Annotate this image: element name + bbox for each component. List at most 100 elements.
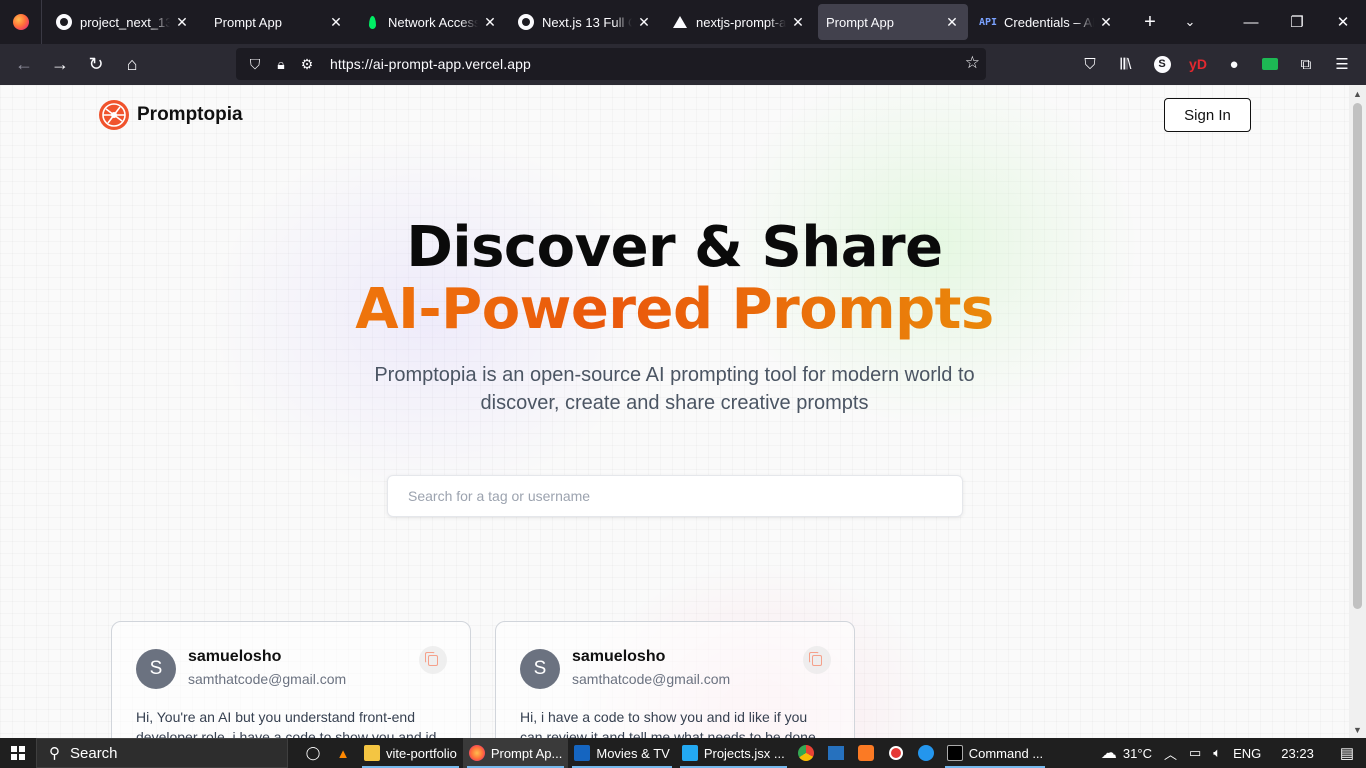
taskbar-app-firefox[interactable]: Prompt Ap...	[462, 738, 569, 768]
brand-link[interactable]: Promptopia	[98, 99, 243, 131]
card-username[interactable]: samuelosho	[572, 646, 730, 668]
docker-icon[interactable]	[911, 738, 941, 768]
tab-title: Next.js 13 Full Cou	[542, 14, 632, 30]
close-icon[interactable]: ✕	[1098, 14, 1114, 30]
cloud-icon: ☁	[1100, 745, 1117, 762]
url-text[interactable]: https://ai-prompt-app.vercel.app	[330, 56, 531, 72]
taskbar-app-command-prompt[interactable]: Command ...	[941, 738, 1049, 768]
notifications-icon[interactable]: ▤	[1328, 744, 1366, 762]
back-arrow-icon[interactable]: ←	[6, 49, 42, 81]
tab-title: Prompt App	[826, 14, 894, 30]
vlc-icon[interactable]: ▲	[328, 738, 358, 768]
tab-prompt-app-1[interactable]: Prompt App ✕	[202, 4, 352, 40]
card-username[interactable]: samuelosho	[188, 646, 346, 668]
scroll-thumb[interactable]	[1353, 103, 1362, 609]
start-button[interactable]	[0, 738, 36, 768]
close-window-icon[interactable]: ✕	[1320, 0, 1366, 44]
taskbar-app-label: Movies & TV	[596, 745, 670, 761]
close-icon[interactable]: ✕	[482, 14, 498, 30]
forward-arrow-icon[interactable]: →	[42, 49, 78, 81]
firefox-icon	[12, 14, 29, 30]
temperature-label: 31°C	[1122, 745, 1152, 761]
pocket-icon[interactable]: ⛉	[1072, 48, 1108, 80]
new-tab-plus-icon[interactable]: +	[1130, 4, 1170, 40]
copy-button[interactable]	[419, 646, 447, 674]
show-hidden-icons-chevron-icon[interactable]: ︿	[1158, 744, 1183, 763]
tab-project-next-13[interactable]: project_next_13_ai ✕	[48, 4, 198, 40]
tab-nextjs-prompt-app[interactable]: nextjs-prompt-app ✕	[664, 4, 814, 40]
page-scrollbar[interactable]: ▲ ▼	[1349, 85, 1366, 738]
copy-button[interactable]	[803, 646, 831, 674]
green-extension-icon[interactable]	[1252, 48, 1288, 80]
hamburger-menu-icon[interactable]: ☰	[1324, 48, 1360, 80]
folder-icon	[364, 745, 380, 761]
task-view-icon[interactable]: ◯	[298, 738, 328, 768]
window-controls: — ❐ ✕	[1228, 0, 1366, 44]
scroll-down-arrow-icon[interactable]: ▼	[1349, 721, 1366, 738]
prompt-card: S samuelosho samthatcode@gmail.com Hi, i…	[495, 621, 855, 738]
tab-credentials[interactable]: API Credentials – APIs ✕	[972, 4, 1122, 40]
xampp-icon[interactable]	[851, 738, 881, 768]
close-icon[interactable]: ✕	[944, 14, 960, 30]
command-prompt-icon	[946, 745, 963, 761]
tab-title: nextjs-prompt-app	[696, 14, 786, 30]
taskbar-app-movies-tv[interactable]: Movies & TV	[568, 738, 675, 768]
card-prompt-text: Hi, i have a code to show you and id lik…	[520, 709, 816, 738]
home-icon[interactable]: ⌂	[114, 49, 150, 81]
reload-icon[interactable]: ↻	[78, 49, 114, 81]
mongodb-leaf-icon	[364, 14, 380, 30]
sign-in-button[interactable]: Sign In	[1164, 98, 1251, 132]
search-input[interactable]	[387, 475, 963, 517]
volume-icon[interactable]: 🔈︎	[1207, 745, 1227, 761]
card-email: samthatcode@gmail.com	[572, 671, 731, 687]
bookmark-star-icon[interactable]: ☆	[965, 53, 980, 73]
clock[interactable]: 23:23	[1267, 746, 1328, 761]
chrome-icon[interactable]	[791, 738, 821, 768]
close-icon[interactable]: ✕	[790, 14, 806, 30]
profile-extension-icon[interactable]: ●	[1216, 48, 1252, 80]
record-icon[interactable]	[881, 738, 911, 768]
url-bar[interactable]: ⛉ 🔒︎ ⚙ https://ai-prompt-app.vercel.app …	[236, 48, 986, 80]
s-extension-icon[interactable]: S	[1144, 48, 1180, 80]
taskbar-app-label: vite-portfolio	[386, 745, 457, 761]
powershell-icon[interactable]	[821, 738, 851, 768]
yandex-extension-icon[interactable]: yD	[1180, 48, 1216, 80]
card-prompt-text: Hi, You're an AI but you understand fron…	[136, 709, 437, 738]
firefox-icon	[468, 745, 485, 761]
tab-prompt-app-active[interactable]: Prompt App ✕	[818, 4, 968, 40]
tab-nextjs-course[interactable]: Next.js 13 Full Cou ✕	[510, 4, 660, 40]
brand-name: Promptopia	[137, 104, 243, 125]
battery-icon[interactable]: ▭	[1183, 745, 1207, 761]
promptopia-logo-icon	[99, 100, 129, 130]
lock-icon[interactable]: 🔒︎	[270, 53, 292, 75]
taskbar-app-label: Command ...	[968, 745, 1044, 761]
minimize-icon[interactable]: —	[1228, 0, 1274, 44]
navigation-toolbar: ← → ↻ ⌂ ⛉ 🔒︎ ⚙ https://ai-prompt-app.ver…	[0, 44, 1366, 85]
tab-network-access[interactable]: Network Access | Cl ✕	[356, 4, 506, 40]
tracking-shield-icon[interactable]: ⛉	[244, 53, 266, 75]
taskbar-app-label: Prompt Ap...	[490, 745, 563, 761]
firefox-menu-button[interactable]	[0, 0, 42, 44]
close-icon[interactable]: ✕	[328, 14, 344, 30]
language-indicator[interactable]: ENG	[1227, 746, 1267, 761]
avatar[interactable]: S	[136, 649, 176, 689]
system-tray: ☁ 31°C ︿ ▭ 🔈︎ ENG 23:23 ▤	[1095, 738, 1366, 768]
extensions-puzzle-icon[interactable]: ⧉	[1288, 48, 1324, 80]
tab-title: Credentials – APIs	[1004, 14, 1094, 30]
weather-widget[interactable]: ☁ 31°C	[1095, 743, 1158, 763]
scroll-up-arrow-icon[interactable]: ▲	[1349, 85, 1366, 102]
restore-icon[interactable]: ❐	[1274, 0, 1320, 44]
permissions-icon[interactable]: ⚙	[296, 53, 318, 75]
site-header: Promptopia Sign In	[98, 97, 1251, 133]
taskbar-app-vite-portfolio[interactable]: vite-portfolio	[358, 738, 463, 768]
hero-description: Promptopia is an open-source AI promptin…	[374, 364, 975, 414]
taskbar-search-box[interactable]: ⚲ Search	[36, 738, 288, 768]
close-icon[interactable]: ✕	[174, 14, 190, 30]
avatar[interactable]: S	[520, 649, 560, 689]
taskbar-app-vscode[interactable]: Projects.jsx ...	[676, 738, 791, 768]
hero-gradient-heading: AI-Powered Prompts	[0, 279, 1349, 341]
close-icon[interactable]: ✕	[636, 14, 652, 30]
taskbar-app-label: Projects.jsx ...	[703, 745, 785, 761]
list-all-tabs-chevron-icon[interactable]: ⌄	[1170, 4, 1210, 40]
library-icon[interactable]: 𝄃𝄃\	[1108, 48, 1144, 80]
